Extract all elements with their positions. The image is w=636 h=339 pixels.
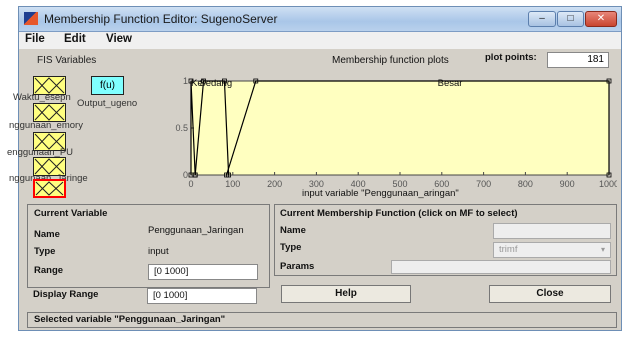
mf-x-icon	[35, 181, 64, 196]
mf-type-label: Type	[280, 242, 302, 253]
mf-params-label: Params	[280, 261, 315, 272]
mf-type-value: trimf	[499, 244, 518, 255]
plot-title: Membership function plots	[332, 55, 449, 66]
current-variable-header: Current Variable	[34, 208, 108, 219]
mf-label: Besar	[438, 78, 463, 89]
x-tick-label: 800	[518, 179, 533, 189]
close-button[interactable]: Close	[489, 285, 611, 303]
mf-type-select[interactable]: trimf ▾	[493, 242, 611, 258]
variable-name-label: Name	[34, 229, 60, 240]
input-variable-label-1: Waktu_esepn	[13, 92, 71, 103]
window-title: Membership Function Editor: SugenoServer	[44, 12, 278, 26]
current-mf-header: Current Membership Function (click on MF…	[280, 208, 518, 219]
variable-type-value: input	[148, 246, 169, 257]
display-range-input[interactable]: [0 1000]	[147, 288, 257, 304]
y-tick-label: 0	[183, 170, 188, 180]
menu-bar: File Edit View	[19, 32, 621, 49]
input-variable-box-selected[interactable]	[33, 179, 66, 198]
menu-file[interactable]: File	[25, 33, 45, 45]
x-tick-label: 1000	[599, 179, 617, 189]
mf-label: Sedang	[199, 78, 232, 89]
variable-type-label: Type	[34, 246, 56, 257]
x-tick-label: 100	[225, 179, 240, 189]
plot-points-input[interactable]: 181	[547, 52, 609, 68]
menu-edit[interactable]: Edit	[64, 33, 86, 45]
mf-name-label: Name	[280, 225, 306, 236]
matlab-icon	[24, 12, 38, 25]
current-mf-panel: Current Membership Function (click on MF…	[274, 204, 617, 276]
title-bar[interactable]: Membership Function Editor: SugenoServer…	[19, 7, 621, 32]
plot-points-label: plot points:	[485, 52, 537, 63]
menu-view[interactable]: View	[106, 33, 132, 45]
input-variable-label-2: nggunaan_emory	[9, 120, 83, 131]
close-window-button[interactable]: ✕	[585, 11, 617, 27]
mf-x-icon	[34, 104, 65, 121]
current-variable-panel: Current Variable Name Penggunaan_Jaringa…	[27, 204, 270, 288]
help-button[interactable]: Help	[281, 285, 411, 303]
x-axis-label: input variable "Penggunaan_aringan"	[302, 188, 459, 199]
mf-params-input[interactable]	[391, 260, 611, 274]
range-label: Range	[34, 265, 64, 276]
x-tick-label: 0	[188, 179, 193, 189]
minimize-button[interactable]: –	[528, 11, 556, 27]
membership-function-plot[interactable]: 0 100 200 300 400 500 600 700 800 900 100000.51 KeS…	[167, 71, 617, 189]
variable-name-value: Penggunaan_Jaringan	[148, 225, 244, 236]
y-tick-label: 0.5	[175, 123, 188, 133]
output-variable-label: Output_ugeno	[77, 98, 138, 109]
y-tick-label: 1	[183, 76, 188, 86]
maximize-button[interactable]: □	[557, 11, 584, 27]
plot-area	[190, 80, 610, 176]
range-input[interactable]: [0 1000]	[148, 264, 258, 280]
display-range-label: Display Range	[33, 289, 99, 300]
status-bar: Selected variable "Penggunaan_Jaringan"	[27, 312, 617, 328]
x-tick-label: 200	[267, 179, 282, 189]
chevron-down-icon: ▾	[600, 245, 605, 254]
mf-name-input[interactable]	[493, 223, 611, 239]
mf-editor-window: Membership Function Editor: SugenoServer…	[7, 6, 622, 331]
x-tick-label: 700	[476, 179, 491, 189]
fis-variables-label: FIS Variables	[37, 55, 97, 66]
output-variable-box[interactable]: f(u)	[91, 76, 124, 95]
x-tick-label: 900	[560, 179, 575, 189]
